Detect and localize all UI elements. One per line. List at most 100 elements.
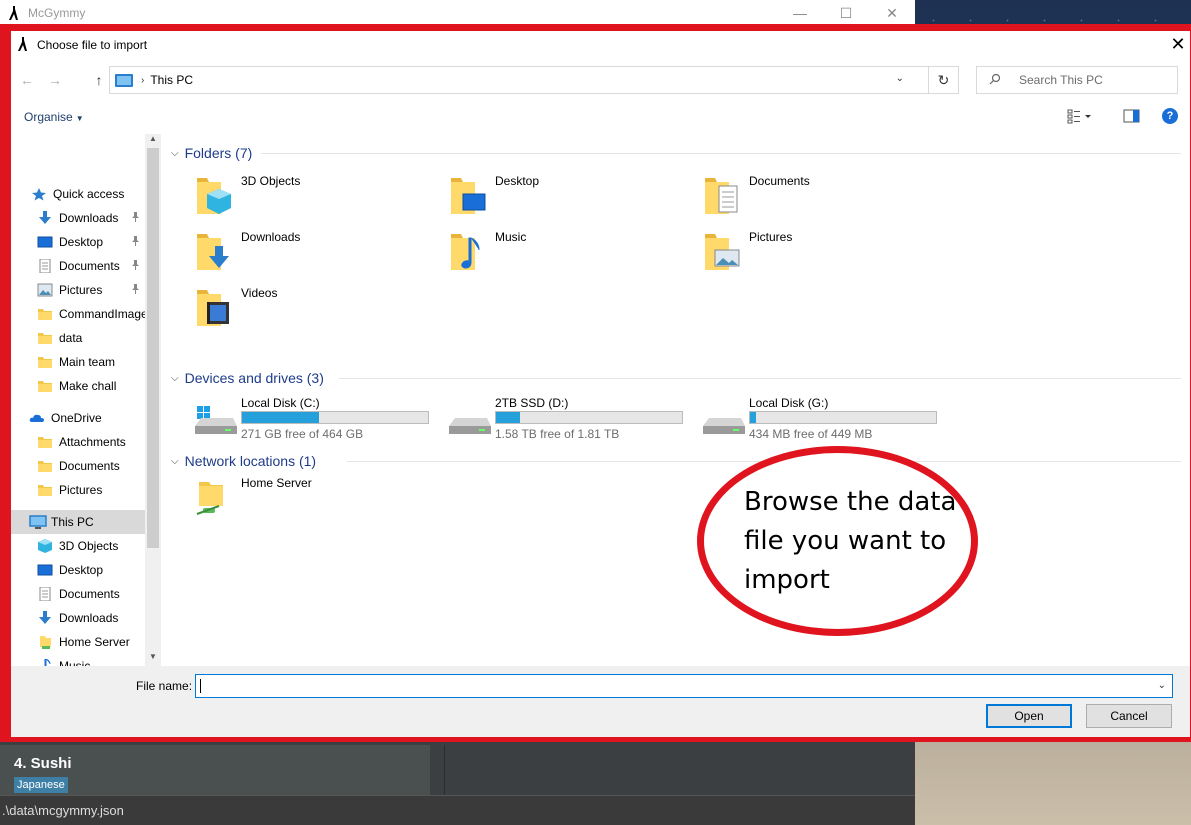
folder-icon (37, 459, 53, 473)
folder-icon (37, 307, 53, 321)
sidebar-item[interactable]: CommandImage (11, 302, 148, 326)
sidebar-item-label: Pictures (59, 483, 103, 497)
file-name-dropdown-icon[interactable]: ⌄ (1158, 680, 1166, 691)
drive-tile[interactable]: Local Disk (G:) 434 MB free of 449 MB (693, 396, 947, 441)
folder-icon (37, 483, 53, 497)
sidebar-item[interactable]: Home Server (11, 630, 130, 654)
sidebar-item-label: CommandImage (59, 307, 148, 321)
text-caret (200, 679, 201, 693)
drive-name: Local Disk (G:) (749, 396, 829, 410)
computer-icon (115, 73, 133, 87)
sidebar-item[interactable]: data (11, 326, 82, 350)
scroll-down-button[interactable]: ▼ (145, 652, 161, 666)
folder-name: Pictures (749, 230, 793, 244)
cancel-button[interactable]: Cancel (1086, 704, 1172, 728)
network-folder-icon (193, 476, 233, 516)
sidebar-item[interactable]: OneDrive (11, 406, 102, 430)
callout-annotation: Browse the data file you want to import (697, 446, 978, 636)
change-view-icon[interactable] (1067, 108, 1091, 124)
drive-name: Local Disk (C:) (241, 396, 320, 410)
sidebar-item[interactable]: Downloads (11, 606, 118, 630)
sidebar-item-label: Downloads (59, 611, 119, 625)
group-divider (261, 153, 1181, 154)
sidebar-item[interactable]: Documents (11, 582, 120, 606)
sidebar-item-label: data (59, 331, 83, 345)
folder-icon (37, 331, 53, 345)
folder-icon (193, 286, 233, 326)
sidebar-item[interactable]: Make chall (11, 374, 116, 398)
folder-tile[interactable]: 3D Objects (185, 168, 435, 220)
sidebar-item-label: Desktop (59, 563, 104, 577)
sidebar-item[interactable]: Main team (11, 350, 115, 374)
group-header-network[interactable]: ⌵ Network locations (1) (171, 450, 316, 472)
address-dropdown-icon[interactable]: ⌄ (896, 73, 904, 84)
network-location-tile[interactable]: Home Server (185, 470, 435, 522)
folder-icon (193, 174, 233, 214)
organise-button[interactable]: Organise ▼ (24, 110, 84, 124)
download-icon (37, 211, 53, 225)
sidebar-item[interactable]: Desktop (11, 230, 139, 254)
app-title: McGymmy (28, 6, 86, 20)
file-list-pane: ⌵ Folders (7) 3D Objects Desktop Documents… (161, 134, 1190, 666)
sidebar-item[interactable]: Documents (11, 254, 139, 278)
forward-button[interactable]: → (45, 70, 65, 90)
back-button[interactable]: ← (17, 70, 37, 90)
hard-drive-icon (193, 406, 237, 436)
sidebar-item-label: OneDrive (51, 411, 102, 425)
network-location-name: Home Server (241, 476, 312, 490)
maximize-button[interactable]: ☐ (823, 0, 869, 26)
sidebar-item-label: Quick access (53, 187, 125, 201)
folder-tile[interactable]: Music (439, 224, 689, 276)
file-name-input[interactable]: ⌄ (195, 674, 1173, 698)
sidebar-item[interactable]: Attachments (11, 430, 126, 454)
address-bar[interactable]: › This PC ⌄ (109, 66, 929, 94)
folder-tile[interactable]: Desktop (439, 168, 689, 220)
cube-icon (37, 539, 53, 553)
scrollbar-thumb[interactable] (147, 148, 159, 548)
tag-badge: Japanese (14, 777, 68, 793)
preview-pane-icon[interactable] (1123, 108, 1141, 124)
search-input[interactable]: Search This PC (976, 66, 1178, 94)
folder-icon (37, 435, 53, 449)
sidebar-item-label: Attachments (59, 435, 126, 449)
sidebar-scrollbar[interactable]: ▲ ▼ (145, 134, 161, 666)
minimize-button[interactable]: — (777, 0, 823, 26)
folder-tile[interactable]: Videos (185, 280, 435, 332)
sidebar-item-label: Documents (59, 259, 120, 273)
folder-tile[interactable]: Downloads (185, 224, 435, 276)
sidebar-item[interactable]: Downloads (11, 206, 139, 230)
sidebar-item-label: Pictures (59, 283, 103, 297)
sidebar-item[interactable]: Desktop (11, 558, 103, 582)
dialog-close-button[interactable]: ✕ (1168, 35, 1188, 55)
folder-tile[interactable]: Pictures (693, 224, 943, 276)
breadcrumb[interactable]: This PC (150, 73, 193, 87)
group-header-devices[interactable]: ⌵ Devices and drives (3) (171, 367, 324, 389)
sidebar-item[interactable]: Documents (11, 454, 120, 478)
app-close-button[interactable]: ✕ (869, 0, 915, 26)
sidebar-item[interactable]: Pictures (11, 478, 102, 502)
dialog-footer: File name: ⌄ Open Cancel (11, 666, 1190, 737)
refresh-button[interactable]: ↻ (929, 66, 959, 94)
folder-tile[interactable]: Documents (693, 168, 943, 220)
command-bar: Organise ▼ ? (11, 100, 1190, 134)
up-button[interactable]: ↑ (89, 70, 109, 90)
sidebar-item[interactable]: Music (11, 654, 90, 666)
drive-tile[interactable]: Local Disk (C:) 271 GB free of 464 GB (185, 396, 439, 441)
sidebar-item-label: Home Server (59, 635, 130, 649)
sidebar-item-label: Documents (59, 587, 120, 601)
list-item[interactable]: 4. Sushi Japanese (0, 745, 430, 795)
chevron-down-icon: ⌵ (171, 147, 179, 159)
group-header-folders[interactable]: ⌵ Folders (7) (171, 142, 252, 164)
drive-tile[interactable]: 2TB SSD (D:) 1.58 TB free of 1.81 TB (439, 396, 693, 441)
sidebar-item-label: Downloads (59, 211, 119, 225)
folder-name: 3D Objects (241, 174, 301, 188)
sidebar-item[interactable]: 3D Objects (11, 534, 118, 558)
sidebar-item[interactable]: Quick access (11, 182, 124, 206)
drive-usage-fill (496, 412, 520, 423)
sidebar-item[interactable]: This PC (11, 510, 145, 534)
sidebar-item[interactable]: Pictures (11, 278, 139, 302)
drive-usage-fill (750, 412, 757, 423)
scroll-up-button[interactable]: ▲ (145, 134, 161, 148)
help-icon[interactable]: ? (1162, 108, 1178, 124)
open-button[interactable]: Open (986, 704, 1072, 728)
